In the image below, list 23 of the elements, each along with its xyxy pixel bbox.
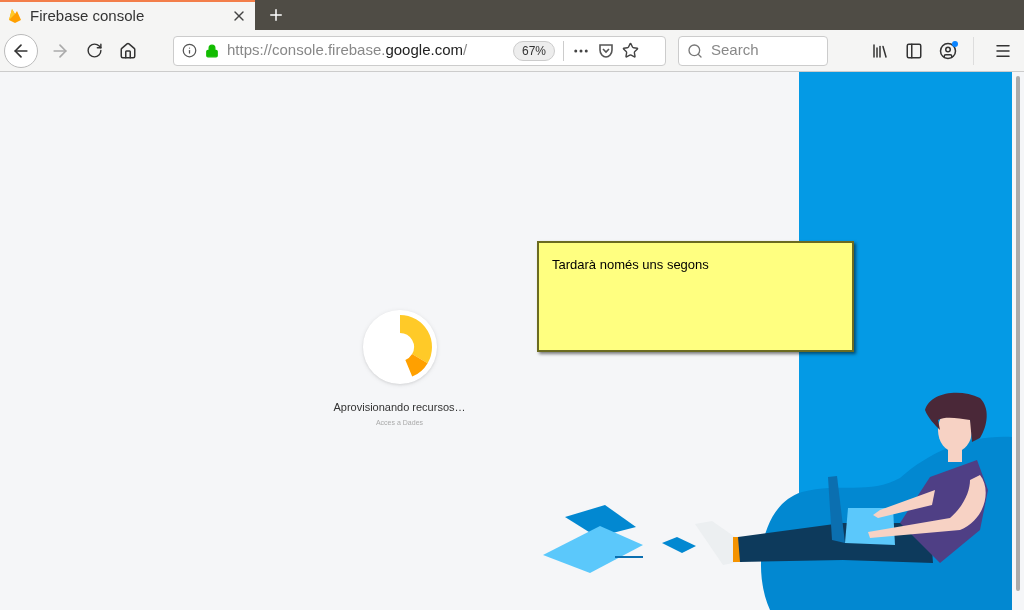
library-icon[interactable] [871, 41, 889, 60]
zoom-level[interactable]: 67% [513, 40, 556, 61]
back-button[interactable] [4, 33, 38, 68]
shield-icon[interactable] [598, 42, 615, 59]
search-field[interactable]: Search [678, 35, 828, 66]
search-placeholder: Search [711, 40, 759, 61]
star-icon[interactable] [622, 42, 640, 59]
loading-title: Aprovisionando recursos… [333, 400, 466, 415]
address-bar[interactable]: https://console.firebase.google.com/ 67% [173, 35, 666, 66]
reload-icon[interactable] [86, 42, 103, 59]
search-icon [687, 42, 703, 59]
flame-icon [8, 8, 22, 24]
sticky-note: Tardarà només uns segons [537, 241, 854, 352]
sidebar-icon[interactable] [905, 41, 923, 60]
lock-icon [205, 43, 219, 58]
url-text: https://console.firebase.google.com/ [227, 40, 469, 61]
home-icon[interactable] [119, 41, 137, 60]
browser-tab[interactable]: Firebase console [0, 0, 255, 30]
new-tab-icon[interactable] [267, 6, 285, 24]
tab-title: Firebase console [30, 5, 146, 26]
info-icon[interactable] [182, 43, 197, 58]
account-icon[interactable] [939, 41, 957, 60]
loading-spinner-icon [361, 309, 438, 385]
